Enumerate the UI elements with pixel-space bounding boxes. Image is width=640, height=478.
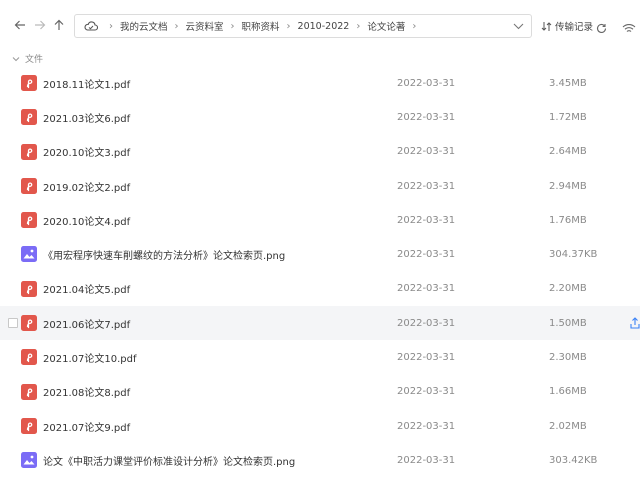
- breadcrumb-item[interactable]: 职称资料: [242, 19, 280, 33]
- file-size: 1.66MB: [549, 386, 587, 398]
- image-file-icon: [21, 246, 37, 263]
- file-size: 2.02MB: [549, 420, 587, 432]
- file-row[interactable]: 2018.11论文1.pdf 2022-03-31 3.45MB: [0, 66, 640, 100]
- file-name[interactable]: 2021.07论文9.pdf: [43, 419, 130, 434]
- file-name[interactable]: 2021.04论文5.pdf: [43, 281, 130, 296]
- pdf-file-icon: [21, 349, 37, 366]
- back-button[interactable]: [12, 17, 28, 33]
- file-date: 2022-03-31: [397, 214, 456, 226]
- arrow-right-icon: [35, 20, 46, 30]
- file-size: 3.45MB: [549, 77, 587, 89]
- file-row[interactable]: 2021.06论文7.pdf 2022-03-31 1.50MB: [0, 306, 640, 341]
- file-date: 2022-03-31: [397, 454, 456, 466]
- file-name[interactable]: 2021.08论文8.pdf: [43, 384, 130, 399]
- section-header[interactable]: 文件: [12, 52, 43, 65]
- chevron-right-icon: ›: [174, 20, 179, 32]
- file-row[interactable]: 2021.03论文6.pdf 2022-03-31 1.72MB: [0, 100, 640, 134]
- arrow-up-icon: [54, 19, 64, 30]
- file-row[interactable]: 2020.10论文3.pdf 2022-03-31 2.64MB: [0, 135, 640, 169]
- file-size: 1.72MB: [549, 111, 587, 123]
- chevron-right-icon: ›: [356, 20, 361, 32]
- pdf-file-icon: [21, 143, 37, 160]
- refresh-icon: [596, 23, 607, 33]
- chevron-right-icon: ›: [286, 20, 291, 32]
- file-size: 2.94MB: [549, 180, 587, 192]
- file-date: 2022-03-31: [397, 146, 456, 158]
- file-date: 2022-03-31: [397, 386, 456, 398]
- file-date: 2022-03-31: [397, 420, 456, 432]
- file-name[interactable]: 2020.10论文4.pdf: [43, 213, 130, 228]
- pdf-file-icon: [21, 280, 37, 297]
- pdf-file-icon: [21, 383, 37, 400]
- file-size: 2.64MB: [549, 146, 587, 158]
- pdf-file-icon: [21, 315, 37, 332]
- file-size: 304.37KB: [549, 249, 598, 261]
- file-name[interactable]: 2021.07论文10.pdf: [43, 350, 136, 365]
- wifi-icon: [622, 23, 636, 32]
- file-size: 2.30MB: [549, 352, 587, 364]
- file-date: 2022-03-31: [397, 77, 456, 89]
- image-file-icon: [21, 452, 37, 469]
- chevron-down-icon[interactable]: [513, 21, 524, 34]
- chevron-right-icon: ›: [412, 20, 417, 32]
- file-size: 1.76MB: [549, 214, 587, 226]
- file-row[interactable]: 《用宏程序快速车削螺纹的方法分析》论文检索页.png 2022-03-31 304.…: [0, 237, 640, 271]
- chevron-right-icon: ›: [109, 20, 113, 32]
- pdf-file-icon: [21, 212, 37, 229]
- arrow-left-icon: [14, 20, 25, 30]
- file-name[interactable]: 2021.06论文7.pdf: [43, 316, 130, 331]
- breadcrumb-item[interactable]: 我的云文档: [120, 19, 168, 33]
- share-icon[interactable]: [630, 317, 640, 332]
- file-date: 2022-03-31: [397, 111, 456, 123]
- file-name[interactable]: 2018.11论文1.pdf: [43, 76, 130, 91]
- up-button[interactable]: [51, 17, 67, 33]
- address-bar[interactable]: › 我的云文档 › 云资料室 › 职称资料 › 2010-2022 › 论文论著…: [74, 14, 532, 38]
- transfer-label: 传输记录: [555, 22, 594, 33]
- cloud-icon: [84, 21, 98, 31]
- sync-button[interactable]: [622, 19, 636, 38]
- file-name[interactable]: 2020.10论文3.pdf: [43, 144, 130, 159]
- row-checkbox[interactable]: [8, 318, 18, 329]
- file-name[interactable]: 《用宏程序快速车削螺纹的方法分析》论文检索页.png: [43, 247, 285, 262]
- forward-button[interactable]: [32, 17, 48, 33]
- refresh-button[interactable]: [596, 19, 607, 38]
- file-size: 2.20MB: [549, 283, 587, 295]
- transfer-icon: [541, 21, 552, 31]
- transfer-records-button[interactable]: 传输记录: [541, 19, 593, 33]
- file-name[interactable]: 论文《中职活力课堂评价标准设计分析》论文检索页.png: [43, 453, 295, 468]
- file-name[interactable]: 2021.03论文6.pdf: [43, 110, 130, 125]
- file-size: 1.50MB: [549, 317, 587, 329]
- breadcrumb-item[interactable]: 2010-2022: [298, 21, 350, 32]
- pdf-file-icon: [21, 177, 37, 194]
- file-row[interactable]: 2021.07论文10.pdf 2022-03-31 2.30MB: [0, 340, 640, 374]
- breadcrumb-item[interactable]: 云资料室: [186, 19, 224, 33]
- chevron-down-icon: [12, 56, 20, 61]
- pdf-file-icon: [21, 75, 37, 91]
- file-row[interactable]: 2021.08论文8.pdf 2022-03-31 1.66MB: [0, 375, 640, 409]
- file-row[interactable]: 2021.04论文5.pdf 2022-03-31 2.20MB: [0, 272, 640, 306]
- chevron-right-icon: ›: [230, 20, 235, 32]
- file-row[interactable]: 2021.07论文9.pdf 2022-03-31 2.02MB: [0, 409, 640, 443]
- file-row[interactable]: 2020.10论文4.pdf 2022-03-31 1.76MB: [0, 203, 640, 237]
- breadcrumb-item[interactable]: 论文论著: [367, 19, 405, 33]
- file-date: 2022-03-31: [397, 317, 456, 329]
- toolbar: › 我的云文档 › 云资料室 › 职称资料 › 2010-2022 › 论文论著…: [0, 0, 640, 50]
- file-date: 2022-03-31: [397, 352, 456, 364]
- file-name[interactable]: 2019.02论文2.pdf: [43, 179, 130, 194]
- file-date: 2022-03-31: [397, 180, 456, 192]
- section-label: 文件: [25, 55, 44, 65]
- file-size: 303.42KB: [549, 454, 598, 466]
- breadcrumb: › 我的云文档 › 云资料室 › 职称资料 › 2010-2022 › 论文论著…: [102, 19, 423, 34]
- pdf-file-icon: [21, 417, 37, 434]
- file-date: 2022-03-31: [397, 283, 456, 295]
- pdf-file-icon: [21, 109, 37, 126]
- file-row[interactable]: 2019.02论文2.pdf 2022-03-31 2.94MB: [0, 169, 640, 203]
- file-row[interactable]: 论文《中职活力课堂评价标准设计分析》论文检索页.png 2022-03-31 303…: [0, 443, 640, 477]
- file-list: 2018.11论文1.pdf 2022-03-31 3.45MB 2021.03论文6…: [0, 66, 640, 478]
- file-date: 2022-03-31: [397, 249, 456, 261]
